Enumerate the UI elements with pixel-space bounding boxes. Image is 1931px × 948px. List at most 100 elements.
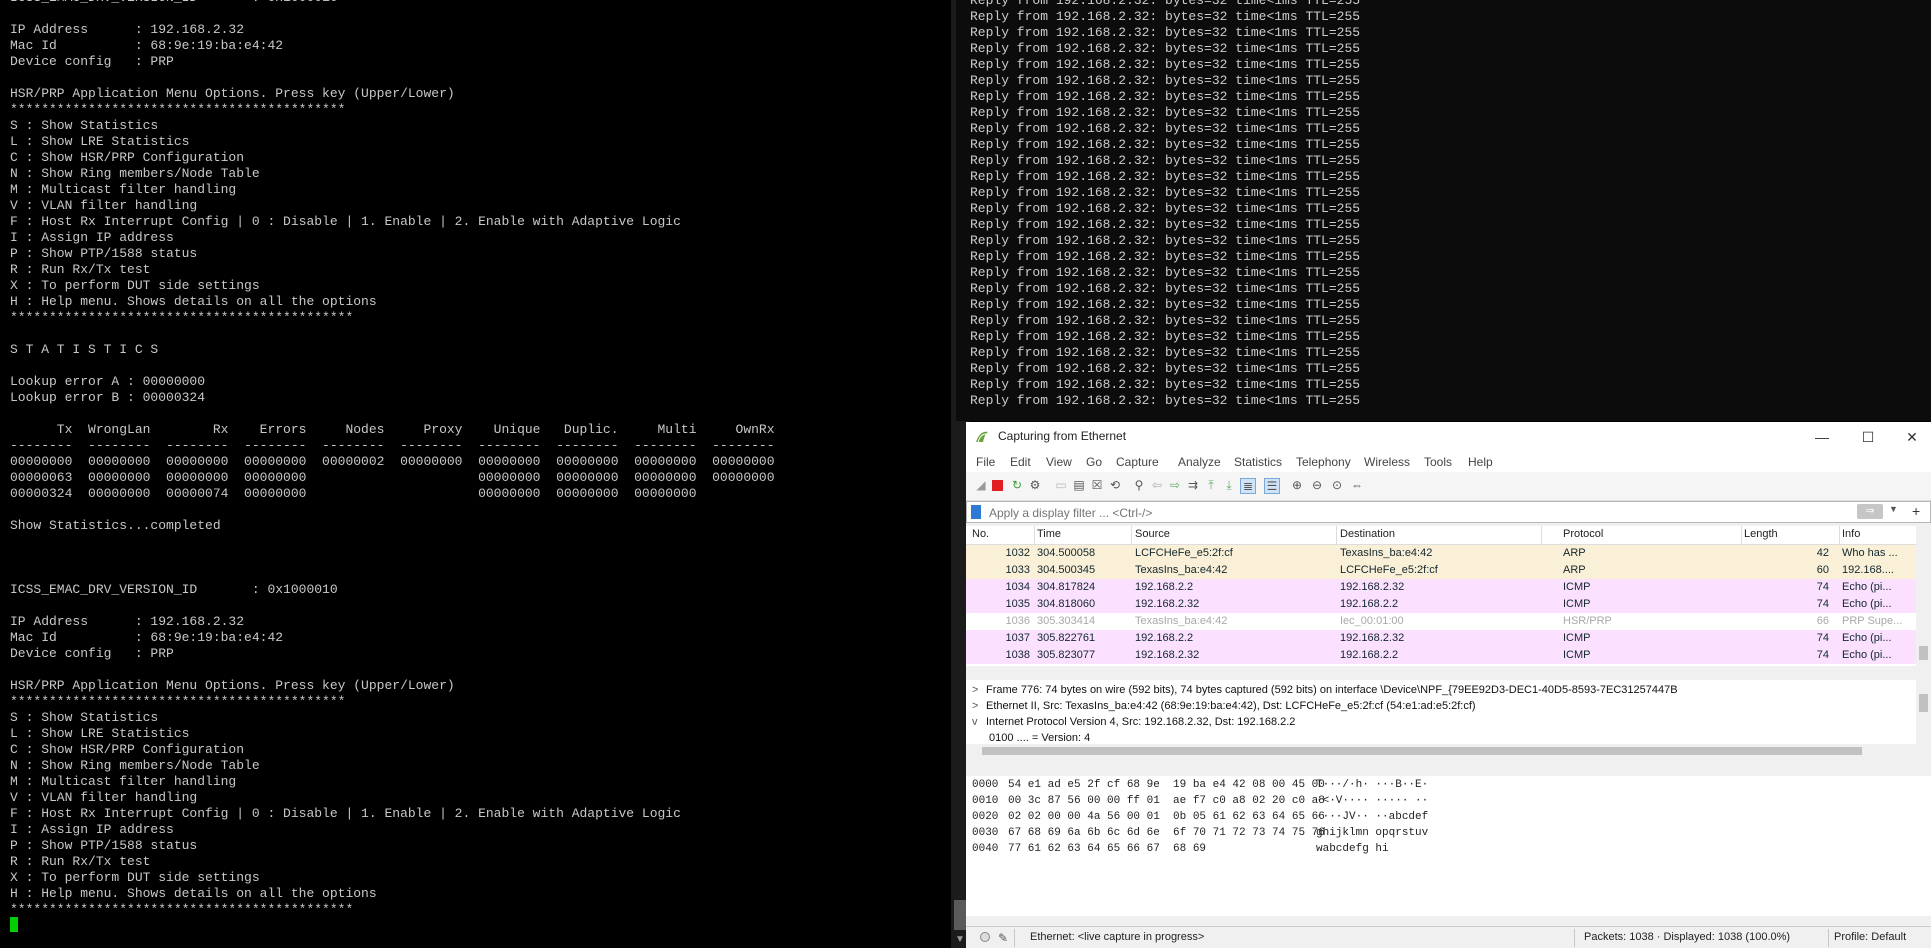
details-tree-item[interactable]: > Ethernet II, Src: TexasIns_ba:e4:42 (68…: [972, 698, 1476, 714]
terminal-line: H : Help menu. Shows details on all the …: [10, 886, 377, 901]
packet-cell-info: Echo (pi...: [1842, 581, 1892, 593]
details-tree-item[interactable]: 0100 .... = Version: 4: [972, 730, 1090, 744]
menu-go[interactable]: Go: [1086, 455, 1102, 469]
column-destination[interactable]: Destination: [1340, 528, 1395, 540]
close-button[interactable]: ✕: [1894, 426, 1930, 448]
menu-statistics[interactable]: Statistics: [1234, 455, 1282, 469]
column-time[interactable]: Time: [1037, 528, 1061, 540]
details-tree-item[interactable]: v Internet Protocol Version 4, Src: 192.1…: [972, 714, 1295, 730]
display-filter-input[interactable]: [987, 503, 1811, 523]
packet-cell-src: 192.168.2.2: [1135, 632, 1194, 644]
ping-console-window[interactable]: Reply from 192.168.2.32: bytes=32 time<1…: [956, 0, 1931, 421]
restart-capture-icon[interactable]: ↻: [1010, 478, 1024, 492]
details-vertical-scrollbar[interactable]: [1916, 680, 1931, 744]
packet-row[interactable]: 1037 305.822761 192.168.2.2 192.168.2.32 ICM…: [966, 630, 1916, 647]
capture-options-gear-icon[interactable]: ⚙: [1028, 478, 1042, 492]
menu-tools[interactable]: Tools: [1424, 455, 1452, 469]
column-protocol[interactable]: Protocol: [1563, 528, 1603, 540]
profile-status[interactable]: Profile: Default: [1834, 931, 1906, 943]
normal-size-icon[interactable]: ⊙: [1330, 478, 1344, 492]
menu-analyze[interactable]: Analyze: [1178, 455, 1221, 469]
maximize-button[interactable]: ☐: [1850, 426, 1886, 448]
details-tree-text: Ethernet II, Src: TexasIns_ba:e4:42 (68:…: [986, 700, 1476, 712]
scrollbar-thumb[interactable]: [1919, 694, 1928, 712]
zoom-in-icon[interactable]: ⊕: [1290, 478, 1304, 492]
terminal-line: Lookup error A : 00000000: [10, 374, 206, 389]
packet-cell-no: 1032: [1005, 547, 1030, 559]
colorize-icon[interactable]: ☰: [1264, 478, 1280, 494]
column-info[interactable]: Info: [1842, 528, 1860, 540]
expanded-arrow-icon[interactable]: v: [972, 714, 986, 730]
ping-reply-line: Reply from 192.168.2.32: bytes=32 time<1…: [970, 201, 1361, 216]
terminal-line: M : Multicast filter handling: [10, 182, 237, 197]
stop-capture-icon[interactable]: [992, 480, 1003, 491]
terminal-line: P : Show PTP/1588 status: [10, 246, 198, 261]
packet-row[interactable]: 1032 304.500058 LCFCHeFe_e5:2f:cf TexasIns_…: [966, 545, 1916, 562]
packet-cell-time: 305.823077: [1037, 649, 1096, 661]
column-no[interactable]: No.: [972, 528, 989, 540]
resize-columns-icon[interactable]: ⇔: [1350, 478, 1364, 492]
serial-terminal-window[interactable]: ICSS_EMAC_DRV_VERSION_ID : 0x1000010 IP A…: [0, 0, 951, 948]
filter-history-dropdown-icon[interactable]: ▼: [1889, 504, 1898, 514]
find-packet-icon[interactable]: ⚲: [1132, 478, 1146, 492]
details-horizontal-scrollbar[interactable]: [966, 744, 1916, 758]
packet-row[interactable]: 1038 305.823077 192.168.2.32 192.168.2.2 ICM…: [966, 647, 1916, 664]
packet-row[interactable]: 1036 305.303414 TexasIns_ba:e4:42 Iec_00:01…: [966, 613, 1916, 630]
reload-file-icon[interactable]: ⟲: [1108, 478, 1122, 492]
expert-info-icon[interactable]: [980, 932, 990, 942]
autoscroll-icon[interactable]: ≣: [1240, 478, 1256, 494]
scrollbar-thumb[interactable]: [982, 747, 1862, 755]
menu-wireless[interactable]: Wireless: [1364, 455, 1410, 469]
ping-reply-line: Reply from 192.168.2.32: bytes=32 time<1…: [970, 73, 1361, 88]
menu-edit[interactable]: Edit: [1010, 455, 1031, 469]
packet-row[interactable]: 1033 304.500345 TexasIns_ba:e4:42 LCFCHeFe_…: [966, 562, 1916, 579]
terminal-line: R : Run Rx/Tx test: [10, 262, 151, 277]
details-tree-item[interactable]: > Frame 776: 74 bytes on wire (592 bits),…: [972, 682, 1678, 698]
terminal-line: S : Show Statistics: [10, 710, 159, 725]
packet-row[interactable]: 1034 304.817824 192.168.2.2 192.168.2.32 ICM…: [966, 579, 1916, 596]
minimize-button[interactable]: —: [1804, 426, 1840, 448]
packet-cell-src: LCFCHeFe_e5:2f:cf: [1135, 547, 1233, 559]
packet-cell-proto: ICMP: [1563, 632, 1591, 644]
packet-cell-no: 1034: [1005, 581, 1030, 593]
column-source[interactable]: Source: [1135, 528, 1170, 540]
scrollbar-thumb[interactable]: [954, 900, 966, 930]
open-file-icon[interactable]: ▭: [1054, 478, 1068, 492]
packet-list-scrollbar[interactable]: [1916, 526, 1931, 666]
collapsed-arrow-icon[interactable]: >: [972, 698, 986, 714]
capture-comment-icon[interactable]: ✎: [998, 931, 1008, 945]
menu-file[interactable]: File: [976, 455, 995, 469]
menu-capture[interactable]: Capture: [1116, 455, 1159, 469]
menu-help[interactable]: Help: [1468, 455, 1493, 469]
zoom-out-icon[interactable]: ⊖: [1310, 478, 1324, 492]
terminal-line: ICSS_EMAC_DRV_VERSION_ID : 0x1000010: [10, 582, 338, 597]
go-back-icon[interactable]: ⇦: [1150, 478, 1164, 492]
packet-row[interactable]: 1035 304.818060 192.168.2.32 192.168.2.2 ICM…: [966, 596, 1916, 613]
close-file-icon[interactable]: ☒: [1090, 478, 1104, 492]
packet-cell-no: 1033: [1005, 564, 1030, 576]
terminal-line: 00000324 00000000 00000074 00000000 0000…: [10, 486, 697, 501]
save-file-icon[interactable]: ▤: [1072, 478, 1086, 492]
go-forward-icon[interactable]: ⇨: [1168, 478, 1182, 492]
add-filter-button-icon[interactable]: +: [1912, 503, 1920, 519]
packet-cell-src: 192.168.2.32: [1135, 649, 1200, 661]
column-length[interactable]: Length: [1744, 528, 1778, 540]
packet-cell-dst: TexasIns_ba:e4:42: [1340, 547, 1433, 559]
start-capture-icon[interactable]: ◢: [974, 478, 988, 492]
apply-filter-arrow-icon[interactable]: ⇒: [1857, 504, 1883, 519]
collapsed-arrow-icon[interactable]: >: [972, 682, 986, 698]
terminal-line: Device config : PRP: [10, 646, 174, 661]
go-to-packet-icon[interactable]: ⇉: [1186, 478, 1200, 492]
scrollbar-thumb[interactable]: [1919, 646, 1928, 660]
menu-telephony[interactable]: Telephony: [1296, 455, 1351, 469]
ping-reply-line: Reply from 192.168.2.32: bytes=32 time<1…: [970, 153, 1361, 168]
terminal-line: ****************************************…: [10, 102, 346, 117]
bytes-offset: 0030: [972, 827, 999, 839]
terminal-line: 00000063 00000000 00000000 00000000 0000…: [10, 470, 775, 485]
terminal-line: IP Address : 192.168.2.32: [10, 22, 245, 37]
menu-view[interactable]: View: [1046, 455, 1072, 469]
bookmark-icon[interactable]: [971, 505, 981, 519]
first-packet-icon[interactable]: ⤒: [1204, 478, 1218, 492]
last-packet-icon[interactable]: ⤓: [1222, 478, 1236, 492]
